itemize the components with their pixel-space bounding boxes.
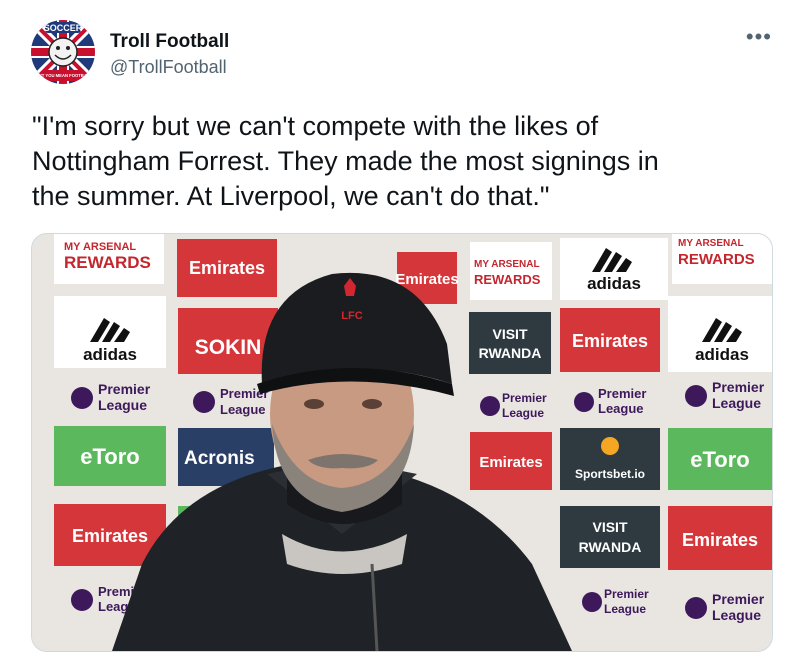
avatar-top-text: SOCCER [44,23,83,33]
sponsor-emirates: Emirates [560,308,660,372]
svg-text:RWANDA: RWANDA [479,345,542,361]
sponsor-sportsbet: Sportsbet.io [560,428,660,490]
more-horizontal-icon[interactable]: ••• [746,24,772,50]
svg-text:adidas: adidas [587,274,641,293]
svg-text:Emirates: Emirates [479,454,542,471]
sponsor-emirates: Emirates [177,239,277,297]
avatar[interactable]: SOCCER DON'T YOU MEAN FOOTBALL? [31,20,95,84]
svg-text:VISIT: VISIT [592,519,627,535]
svg-text:MY ARSENAL: MY ARSENAL [64,241,136,253]
svg-text:Premier: Premier [712,379,765,395]
sponsor-adidas: adidas [560,238,668,300]
svg-text:REWARDS: REWARDS [678,251,755,268]
svg-text:Premier: Premier [98,381,151,397]
svg-text:League: League [604,602,646,616]
svg-text:Emirates: Emirates [395,271,458,288]
svg-text:League: League [220,402,266,417]
sponsor-adidas: adidas [54,296,166,368]
svg-text:Premier: Premier [598,386,646,401]
svg-text:adidas: adidas [83,345,137,364]
svg-text:League: League [98,397,147,413]
svg-text:Emirates: Emirates [682,530,758,550]
svg-text:eToro: eToro [690,447,749,472]
sponsor-arsenal-rewards: MY ARSENAL REWARDS [672,234,772,284]
svg-text:RWANDA: RWANDA [579,539,642,555]
svg-text:Acronis: Acronis [184,448,255,469]
sponsor-arsenal-rewards: MY ARSENAL REWARDS [470,242,552,300]
svg-text:Premier: Premier [502,391,547,405]
svg-text:League: League [712,395,761,411]
svg-text:VISIT: VISIT [492,326,527,342]
svg-text:Emirates: Emirates [189,258,265,278]
avatar-bottom-text: DON'T YOU MEAN FOOTBALL? [31,73,94,78]
svg-text:SOKIN: SOKIN [195,336,262,359]
sponsor-emirates: Emirates [470,432,552,490]
liverpool-crest-icon: LFC [341,310,362,322]
sponsor-adidas: adidas [668,296,772,372]
sponsor-arsenal-rewards: MY ARSENAL REWARDS [54,234,164,284]
svg-text:League: League [712,607,761,623]
svg-text:Emirates: Emirates [572,331,648,351]
svg-text:Premier: Premier [712,591,765,607]
svg-text:MY ARSENAL: MY ARSENAL [678,238,744,249]
sponsor-etoro: eToro [54,426,166,486]
svg-text:adidas: adidas [695,345,749,364]
svg-text:MY ARSENAL: MY ARSENAL [474,259,540,270]
svg-text:Sportsbet.io: Sportsbet.io [575,467,645,481]
display-name[interactable]: Troll Football [110,31,229,53]
troll-face-icon [48,37,78,67]
sponsor-emirates: Emirates [668,506,772,570]
svg-text:REWARDS: REWARDS [474,272,541,287]
svg-text:Emirates: Emirates [72,526,148,546]
svg-text:League: League [502,406,544,420]
sponsor-visit-rwanda: VISIT RWANDA [560,506,660,568]
tweet-text: "I'm sorry but we can't compete with the… [32,111,659,211]
sponsor-etoro: eToro [668,428,772,490]
svg-text:REWARDS: REWARDS [64,253,151,272]
sponsor-visit-rwanda: VISIT RWANDA [469,312,551,374]
user-handle[interactable]: @TrollFootball [110,57,227,78]
svg-text:Premier: Premier [604,587,649,601]
svg-text:eToro: eToro [80,444,139,469]
tweet-photo[interactable]: MY ARSENAL REWARDS Emirates Emirates MY … [31,233,773,652]
svg-text:League: League [598,401,644,416]
tweet: SOCCER DON'T YOU MEAN FOOTBALL? Troll Fo… [0,0,800,667]
